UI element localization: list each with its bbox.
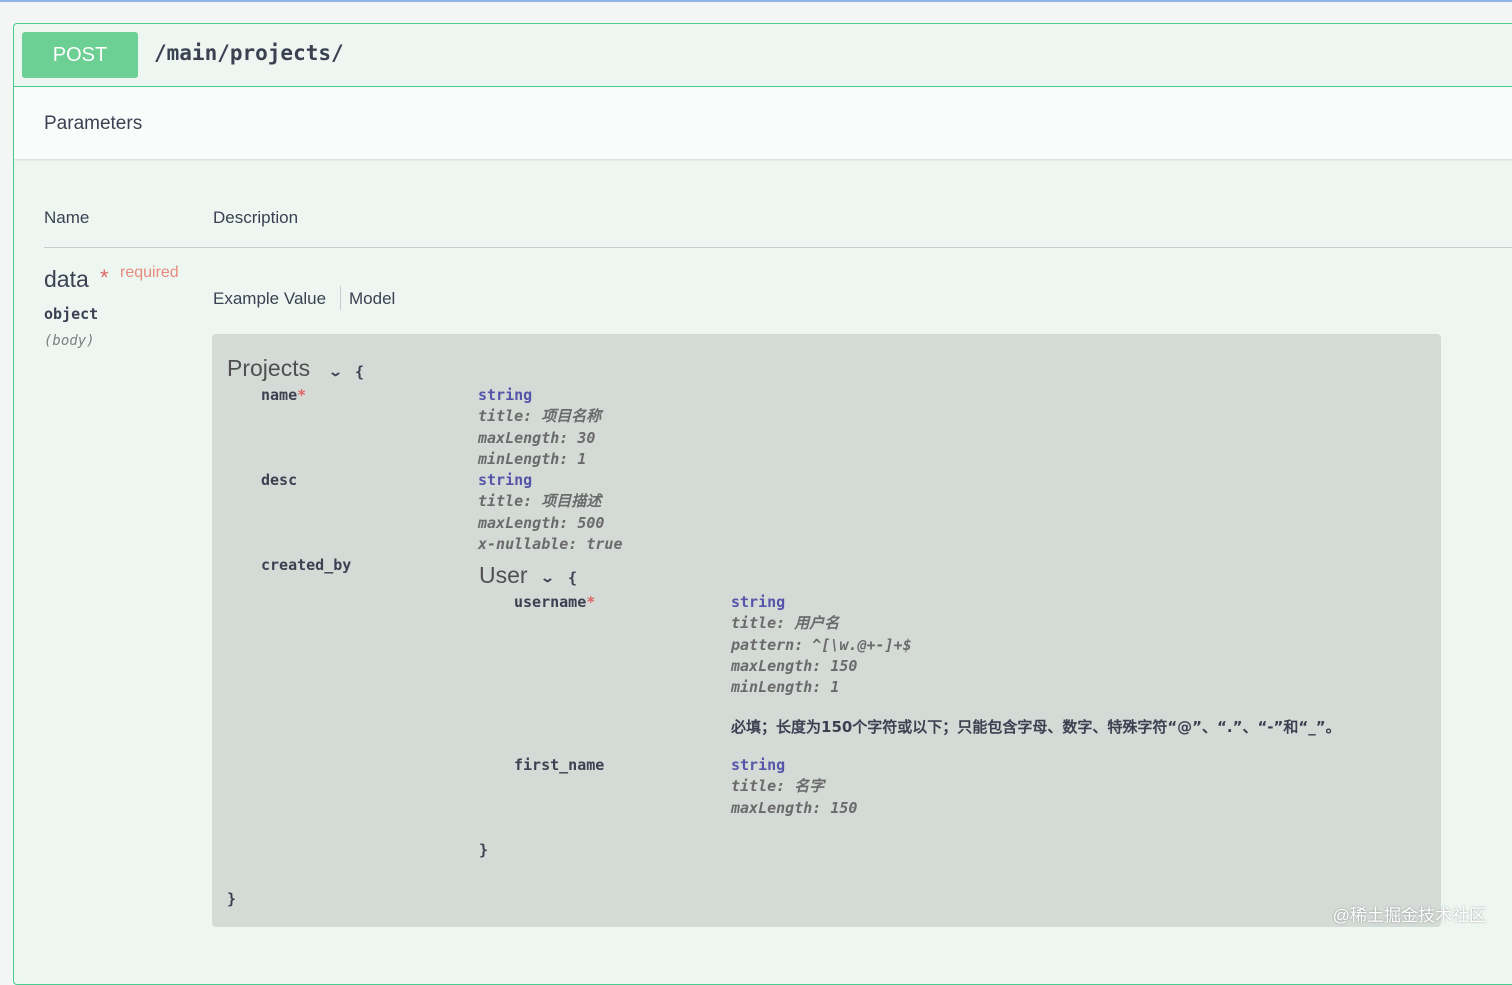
- header-divider: [44, 247, 1512, 248]
- prop-type: string: [731, 756, 786, 774]
- watermark: @稀土掘金技术社区: [1332, 906, 1486, 925]
- model-title: Projects: [227, 355, 311, 381]
- operation-block-post: POST /main/projects/ Parameters Name Des…: [13, 23, 1512, 985]
- model-open-brace: {: [355, 363, 365, 381]
- prop-meta: minLength: 1: [731, 678, 840, 696]
- prop-meta: title: 用户名: [731, 614, 840, 632]
- model-prop-desc: desc: [261, 471, 298, 489]
- prop-meta: maxLength: 150: [731, 799, 858, 817]
- nested-open-brace: {: [568, 569, 578, 587]
- prop-type: string: [478, 386, 533, 404]
- prop-type: string: [731, 593, 786, 611]
- chevron-down-icon[interactable]: ⌄: [328, 364, 343, 380]
- nested-model-title: User: [479, 562, 528, 588]
- tab-divider: [340, 286, 341, 310]
- parameter-type: object: [44, 305, 99, 323]
- prop-meta: title: 项目名称: [478, 407, 602, 425]
- top-accent-line: [0, 0, 1512, 2]
- model-prop-created-by: created_by: [261, 556, 352, 574]
- model-close-brace: }: [227, 890, 237, 908]
- column-header-name: Name: [44, 208, 90, 227]
- model-schema-box: Projects ⌄ { name* string title: 项目名称 ma…: [212, 334, 1441, 927]
- prop-meta: maxLength: 30: [478, 429, 596, 447]
- prop-description: 必填；长度为150个字符或以下；只能包含字母、数字、特殊字符“@”、“.”、“-…: [731, 718, 1341, 736]
- prop-meta: pattern: ^[\w.@+-]+$: [731, 636, 912, 654]
- tab-example-value[interactable]: Example Value: [213, 289, 326, 309]
- prop-meta: minLength: 1: [478, 450, 587, 468]
- prop-meta: maxLength: 150: [731, 657, 858, 675]
- prop-meta: x-nullable: true: [478, 535, 623, 553]
- prop-meta: title: 项目描述: [478, 492, 602, 510]
- parameter-location: (body): [44, 333, 95, 349]
- chevron-down-icon[interactable]: ⌄: [540, 570, 555, 586]
- prop-meta: maxLength: 500: [478, 514, 605, 532]
- prop-type: string: [478, 471, 533, 489]
- section-title: Parameters: [44, 113, 143, 134]
- column-header-description: Description: [213, 208, 299, 227]
- operation-summary[interactable]: POST /main/projects/: [14, 24, 1512, 87]
- prop-meta: title: 名字: [731, 777, 825, 795]
- parameters-section-header: Parameters: [14, 87, 1512, 159]
- nested-prop-username: username*: [514, 593, 596, 611]
- model-prop-name: name*: [261, 386, 307, 404]
- endpoint-path: /main/projects/: [154, 41, 344, 65]
- nested-close-brace: }: [479, 841, 489, 859]
- tab-model[interactable]: Model: [349, 289, 395, 309]
- required-label: required: [120, 264, 179, 281]
- required-star: *: [100, 265, 109, 290]
- http-method-badge: POST: [22, 32, 138, 78]
- parameter-name: data: [44, 266, 89, 292]
- nested-prop-first-name: first_name: [514, 756, 605, 774]
